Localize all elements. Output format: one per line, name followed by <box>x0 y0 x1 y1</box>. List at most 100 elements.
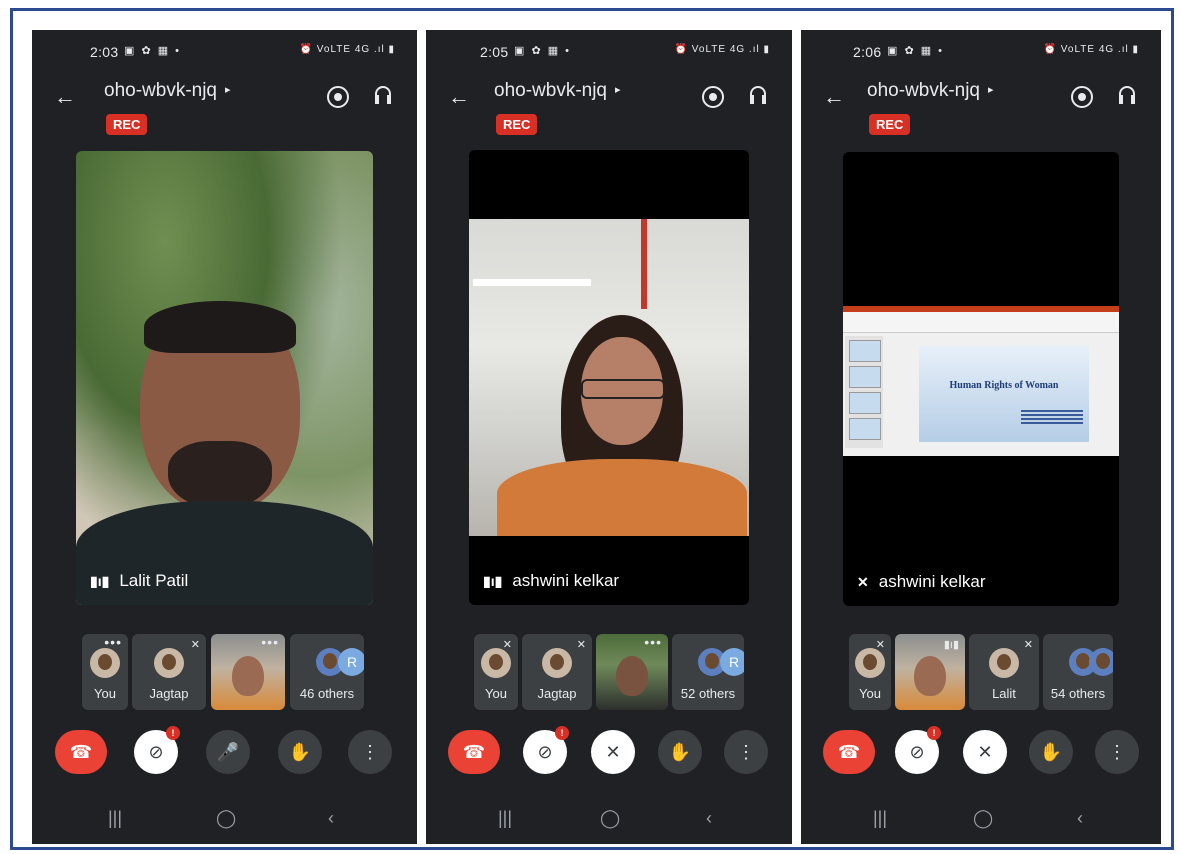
phone-screen-1: 2:03 ▣ ✿ ▦ • ⏰ VoLTE 4G .ıl ▮ ← oho-wbvk… <box>32 30 417 844</box>
call-controls: ☎ ⊘! ✕ ✋ ⋮ <box>426 726 792 780</box>
camera-toggle-button[interactable]: ⊘! <box>523 726 569 774</box>
avatar <box>1089 648 1113 676</box>
current-slide: Human Rights of Woman <box>919 346 1089 442</box>
meeting-code-button[interactable]: oho-wbvk-njq ▸ <box>867 80 994 102</box>
participant-video <box>469 219 749 536</box>
nav-back-icon[interactable]: ‹ <box>328 808 334 829</box>
back-arrow-icon[interactable]: ← <box>54 84 76 110</box>
participant-tile-others[interactable]: 54 others <box>1043 634 1113 710</box>
avatar <box>481 648 511 678</box>
end-call-button[interactable]: ☎ <box>448 730 500 774</box>
nav-back-icon[interactable]: ‹ <box>1077 808 1083 829</box>
more-vert-icon: ⋮ <box>737 742 755 762</box>
participant-tile-you[interactable]: ✕ You <box>474 634 518 710</box>
mic-off-icon: ✕ <box>977 742 993 762</box>
mic-toggle-button[interactable]: ✕ <box>963 730 1007 774</box>
app-ribbon <box>843 312 1119 333</box>
status-notification-icons: ▣ ✿ ▦ • <box>514 45 572 57</box>
mic-toggle-button[interactable]: 🎤 <box>206 730 250 774</box>
status-time: 2:03 <box>90 44 119 60</box>
participant-video-glasses <box>581 379 665 399</box>
meeting-code-button[interactable]: oho-wbvk-njq ▸ <box>104 80 231 102</box>
mic-toggle-button[interactable]: ✕ <box>591 730 635 774</box>
participant-tile-others[interactable]: R 46 others <box>290 634 364 710</box>
slide-subtitle-lines <box>1021 408 1083 426</box>
participant-tile-video[interactable]: ••• <box>211 634 285 710</box>
participant-tile-others[interactable]: R 52 others <box>672 634 744 710</box>
recents-icon[interactable]: ||| <box>498 808 512 829</box>
more-options-button[interactable]: ⋮ <box>724 730 768 774</box>
hand-icon: ✋ <box>288 742 312 762</box>
raise-hand-button[interactable]: ✋ <box>658 730 702 774</box>
alert-badge: ! <box>166 726 180 740</box>
participant-strip: ✕ You ✕ Jagtap ••• R 52 others <box>426 634 792 710</box>
caret-right-icon: ▸ <box>615 84 621 96</box>
others-count: 46 others <box>299 686 355 701</box>
status-bar: 2:06 ▣ ✿ ▦ • ⏰ VoLTE 4G .ıl ▮ <box>801 40 1161 64</box>
slide-subtitle-line <box>1021 422 1083 424</box>
avatar <box>154 648 184 678</box>
caret-right-icon: ▸ <box>988 84 994 96</box>
nav-back-icon[interactable]: ‹ <box>706 808 712 829</box>
mic-muted-icon: ✕ <box>1023 639 1033 651</box>
participant-tile-jagtap[interactable]: ✕ Jagtap <box>132 634 206 710</box>
meeting-code: oho-wbvk-njq <box>867 80 980 101</box>
switch-camera-icon[interactable] <box>702 86 724 108</box>
recents-icon[interactable]: ||| <box>108 808 122 829</box>
back-arrow-icon[interactable]: ← <box>823 84 845 110</box>
status-bar: 2:03 ▣ ✿ ▦ • ⏰ VoLTE 4G .ıl ▮ <box>32 40 417 64</box>
participant-tile-you[interactable]: ••• You <box>82 634 128 710</box>
caret-right-icon: ▸ <box>225 84 231 96</box>
status-signal-icons: ⏰ VoLTE 4G .ıl ▮ <box>674 44 770 55</box>
audio-output-icon[interactable] <box>375 86 391 104</box>
meeting-header: ← oho-wbvk-njq ▸ REC <box>32 74 417 138</box>
slide-subtitle-line <box>1021 418 1083 420</box>
status-time: 2:05 <box>480 44 509 60</box>
meeting-code-button[interactable]: oho-wbvk-njq ▸ <box>494 80 621 102</box>
participant-strip: ••• You ✕ Jagtap ••• R 46 others <box>32 634 417 710</box>
recents-icon[interactable]: ||| <box>873 808 887 829</box>
meeting-header: ← oho-wbvk-njq ▸ REC <box>426 74 792 138</box>
participant-video-hair <box>144 301 296 353</box>
participant-tile-you[interactable]: ✕ You <box>849 634 891 710</box>
meeting-code: oho-wbvk-njq <box>494 80 607 101</box>
camera-toggle-button[interactable]: ⊘! <box>895 726 941 774</box>
alert-badge: ! <box>927 726 941 740</box>
speaker-name-label: ✕ ashwini kelkar <box>857 572 986 592</box>
audio-output-icon[interactable] <box>1119 86 1135 104</box>
participant-name: You <box>94 686 116 701</box>
slide-title: Human Rights of Woman <box>949 380 1059 391</box>
wall-pipe <box>641 219 647 309</box>
raise-hand-button[interactable]: ✋ <box>278 730 322 774</box>
more-vert-icon: ⋮ <box>1108 742 1126 762</box>
more-dots-icon[interactable]: ••• <box>261 634 279 650</box>
raise-hand-button[interactable]: ✋ <box>1029 730 1073 774</box>
switch-camera-icon[interactable] <box>327 86 349 108</box>
home-icon[interactable]: ◯ <box>600 808 620 829</box>
participant-tile-lalit[interactable]: ✕ Lalit <box>969 634 1039 710</box>
participant-tile-video[interactable]: ••• <box>596 634 668 710</box>
speaker-name: Lalit Patil <box>119 571 189 590</box>
switch-camera-icon[interactable] <box>1071 86 1093 108</box>
mic-muted-icon: ✕ <box>502 639 512 651</box>
call-controls: ☎ ⊘! ✕ ✋ ⋮ <box>801 726 1161 780</box>
participant-tile-video[interactable]: ▮ı▮ <box>895 634 965 710</box>
participant-name: Jagtap <box>149 686 189 701</box>
slide-subtitle-line <box>1021 410 1083 412</box>
slide-thumbnail <box>849 340 881 362</box>
main-presentation-feed: Human Rights of Woman ✕ ashwini kelkar <box>843 152 1119 606</box>
speaking-indicator-icon: ▮ı▮ <box>90 573 110 589</box>
camera-toggle-button[interactable]: ⊘! <box>134 726 180 774</box>
more-dots-icon[interactable]: ••• <box>644 634 662 650</box>
end-call-button[interactable]: ☎ <box>55 730 107 774</box>
participant-tile-jagtap[interactable]: ✕ Jagtap <box>522 634 592 710</box>
slide-thumbnail <box>849 366 881 388</box>
meeting-code: oho-wbvk-njq <box>104 80 217 101</box>
back-arrow-icon[interactable]: ← <box>448 84 470 110</box>
more-options-button[interactable]: ⋮ <box>1095 730 1139 774</box>
home-icon[interactable]: ◯ <box>216 808 236 829</box>
audio-output-icon[interactable] <box>750 86 766 104</box>
end-call-button[interactable]: ☎ <box>823 730 875 774</box>
home-icon[interactable]: ◯ <box>973 808 993 829</box>
more-options-button[interactable]: ⋮ <box>348 730 392 774</box>
